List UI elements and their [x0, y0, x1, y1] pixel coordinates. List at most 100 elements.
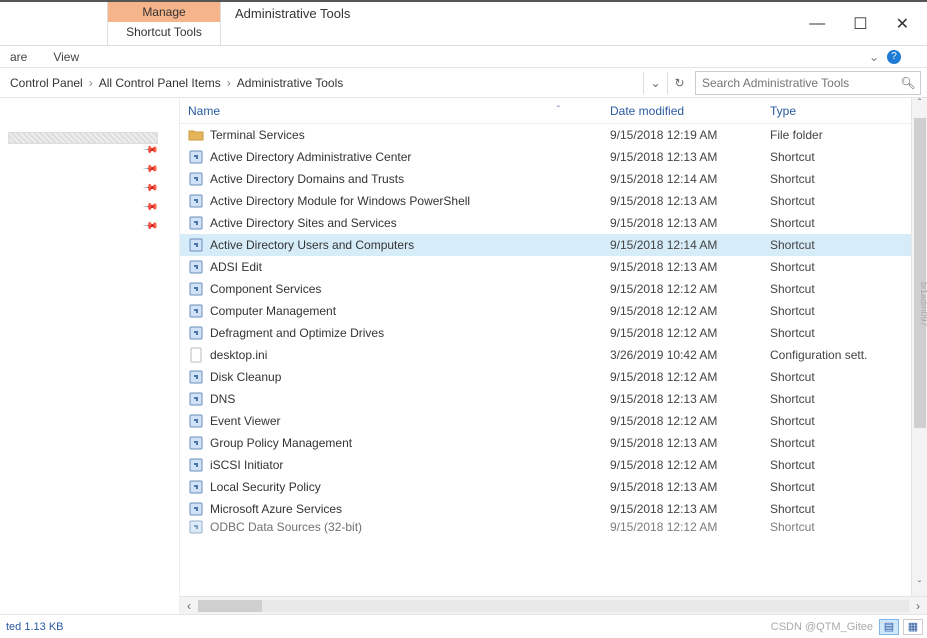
tab-manage[interactable]: Manage [108, 2, 220, 22]
nav-pane[interactable]: 📌📌📌📌📌 [0, 98, 180, 614]
ribbon-view[interactable]: View [53, 50, 79, 64]
minimize-button[interactable]: — [809, 15, 825, 33]
file-icon [188, 325, 204, 341]
ribbon-expand-icon[interactable]: ⌄ [869, 50, 879, 64]
breadcrumb-item[interactable]: All Control Panel Items [95, 76, 225, 90]
search-icon[interactable]: 🔍︎ [896, 76, 920, 90]
view-large-icons-button[interactable]: ▦ [903, 619, 923, 635]
breadcrumb-item[interactable]: Administrative Tools [233, 76, 348, 90]
scroll-left-icon[interactable]: ‹ [180, 599, 198, 613]
view-details-button[interactable]: ▤ [879, 619, 899, 635]
horizontal-scrollbar[interactable]: ‹ › [180, 596, 927, 614]
file-type: Shortcut [770, 172, 927, 186]
file-row[interactable]: Active Directory Users and Computers9/15… [180, 234, 927, 256]
breadcrumb-dropdown-icon[interactable]: ⌄ [643, 72, 667, 94]
file-type: Shortcut [770, 282, 927, 296]
file-date: 9/15/2018 12:13 AM [610, 260, 770, 274]
file-row[interactable]: Event Viewer9/15/2018 12:12 AMShortcut [180, 410, 927, 432]
file-row[interactable]: iSCSI Initiator9/15/2018 12:12 AMShortcu… [180, 454, 927, 476]
scroll-down-icon[interactable]: ˇ [912, 580, 927, 596]
scroll-thumb[interactable] [198, 600, 262, 612]
refresh-button[interactable]: ↻ [667, 72, 691, 94]
watermark: CSDN @QTM_Gitee [771, 621, 873, 633]
file-date: 9/15/2018 12:12 AM [610, 370, 770, 384]
maximize-button[interactable]: ☐ [853, 14, 867, 34]
file-icon [188, 457, 204, 473]
file-row[interactable]: Active Directory Sites and Services9/15/… [180, 212, 927, 234]
file-date: 9/15/2018 12:13 AM [610, 392, 770, 406]
file-date: 9/15/2018 12:14 AM [610, 238, 770, 252]
file-type: Shortcut [770, 260, 927, 274]
file-icon [188, 127, 204, 143]
scroll-up-icon[interactable]: ˆ [912, 98, 927, 114]
file-date: 9/15/2018 12:12 AM [610, 326, 770, 340]
file-row[interactable]: Active Directory Administrative Center9/… [180, 146, 927, 168]
column-header-type[interactable]: Type [770, 104, 927, 118]
file-name: Active Directory Sites and Services [210, 216, 610, 230]
file-date: 9/15/2018 12:13 AM [610, 150, 770, 164]
status-bar: ted 1.13 KB CSDN @QTM_Gitee ▤ ▦ [0, 614, 927, 638]
file-row[interactable]: Microsoft Azure Services9/15/2018 12:13 … [180, 498, 927, 520]
file-name: ODBC Data Sources (32-bit) [210, 520, 610, 534]
file-row[interactable]: DNS9/15/2018 12:13 AMShortcut [180, 388, 927, 410]
search-input[interactable] [696, 76, 896, 90]
file-name: Active Directory Users and Computers [210, 238, 610, 252]
file-type: Shortcut [770, 436, 927, 450]
file-row[interactable]: Active Directory Module for Windows Powe… [180, 190, 927, 212]
file-row[interactable]: Computer Management9/15/2018 12:12 AMSho… [180, 300, 927, 322]
file-row[interactable]: Local Security Policy9/15/2018 12:13 AMS… [180, 476, 927, 498]
file-type: Shortcut [770, 304, 927, 318]
search-box[interactable]: 🔍︎ [695, 71, 921, 95]
breadcrumb-item[interactable]: Control Panel [6, 76, 87, 90]
file-name: desktop.ini [210, 348, 610, 362]
file-row[interactable]: Defragment and Optimize Drives9/15/2018 … [180, 322, 927, 344]
file-icon [188, 259, 204, 275]
file-type: Shortcut [770, 194, 927, 208]
file-name: ADSI Edit [210, 260, 610, 274]
ribbon-share[interactable]: are [10, 50, 27, 64]
file-date: 9/15/2018 12:12 AM [610, 414, 770, 428]
file-type: Shortcut [770, 414, 927, 428]
file-row[interactable]: Disk Cleanup9/15/2018 12:12 AMShortcut [180, 366, 927, 388]
file-icon [188, 215, 204, 231]
content-pane: Nameˆ Date modified Type Terminal Servic… [180, 98, 927, 614]
scroll-right-icon[interactable]: › [909, 599, 927, 613]
file-row[interactable]: ADSI Edit9/15/2018 12:13 AMShortcut [180, 256, 927, 278]
file-name: Component Services [210, 282, 610, 296]
column-headers: Nameˆ Date modified Type [180, 98, 927, 124]
file-row[interactable]: Active Directory Domains and Trusts9/15/… [180, 168, 927, 190]
ribbon-row: are View ⌄ ? [0, 46, 927, 68]
file-type: Configuration sett. [770, 348, 927, 362]
file-row[interactable]: Group Policy Management9/15/2018 12:13 A… [180, 432, 927, 454]
file-date: 9/15/2018 12:13 AM [610, 216, 770, 230]
file-row[interactable]: Terminal Services9/15/2018 12:19 AMFile … [180, 124, 927, 146]
file-name: Event Viewer [210, 414, 610, 428]
file-type: Shortcut [770, 370, 927, 384]
breadcrumb-sep-icon: › [87, 76, 95, 90]
nav-item-placeholder[interactable] [8, 132, 158, 144]
file-icon [188, 303, 204, 319]
file-type: Shortcut [770, 326, 927, 340]
file-row[interactable]: desktop.ini3/26/2019 10:42 AMConfigurati… [180, 344, 927, 366]
column-header-date[interactable]: Date modified [610, 104, 770, 118]
file-icon [188, 237, 204, 253]
scroll-thumb[interactable] [914, 118, 926, 428]
file-date: 9/15/2018 12:14 AM [610, 172, 770, 186]
file-date: 9/15/2018 12:12 AM [610, 458, 770, 472]
vertical-scrollbar[interactable]: ˆ ˇ [911, 98, 927, 596]
file-type: Shortcut [770, 458, 927, 472]
column-header-name[interactable]: Nameˆ [180, 104, 610, 118]
file-name: Active Directory Domains and Trusts [210, 172, 610, 186]
help-icon[interactable]: ? [887, 50, 901, 64]
close-button[interactable]: ✕ [896, 14, 909, 34]
file-name: Computer Management [210, 304, 610, 318]
file-row[interactable]: ODBC Data Sources (32-bit)9/15/2018 12:1… [180, 520, 927, 534]
file-icon [188, 479, 204, 495]
sort-asc-icon: ˆ [557, 105, 560, 116]
file-icon [188, 435, 204, 451]
file-row[interactable]: Component Services9/15/2018 12:12 AMShor… [180, 278, 927, 300]
file-name: DNS [210, 392, 610, 406]
file-list: Terminal Services9/15/2018 12:19 AMFile … [180, 124, 927, 596]
window-title: Administrative Tools [221, 2, 364, 45]
tab-shortcut-tools[interactable]: Shortcut Tools [108, 22, 220, 42]
